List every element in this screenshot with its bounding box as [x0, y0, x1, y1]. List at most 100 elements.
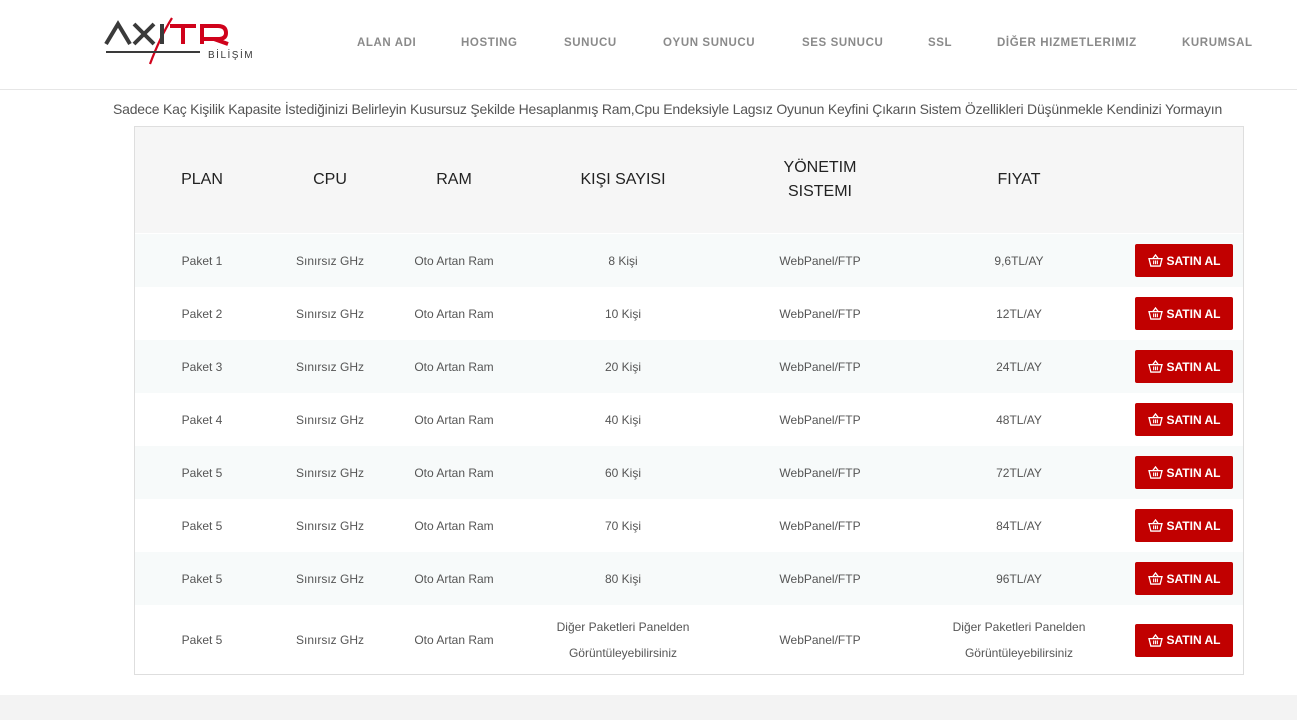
site-header: BİLİŞİM ALAN ADI HOSTING SUNUCU OYUN SUN… [0, 0, 1297, 90]
cell-yonetim: WebPanel/FTP [779, 359, 861, 374]
col-header-plan: PLAN [181, 171, 223, 188]
cell-yonetim: WebPanel/FTP [779, 633, 861, 647]
cell-cpu: Sınırsız GHz [295, 412, 364, 427]
buy-button[interactable]: SATIN AL [1135, 562, 1233, 595]
basket-icon [1147, 413, 1163, 426]
cell-fiyat: 84TL/AY [996, 518, 1042, 533]
cell-fiyat: 12TL/AY [996, 306, 1042, 321]
col-header-yonetim: YÖNETIM SISTEMI [783, 159, 857, 200]
table-row: Paket 5 Sınırsız GHz Oto Artan Ram 60 Ki… [135, 446, 1243, 499]
col-header-kisi: KIŞI SAYISI [580, 171, 666, 188]
buy-button[interactable]: SATIN AL [1135, 623, 1233, 657]
cell-plan: Paket 5 [181, 465, 223, 480]
buy-button[interactable]: SATIN AL [1135, 509, 1233, 542]
cell-plan: Paket 1 [181, 253, 223, 268]
cell-cpu: Sınırsız GHz [295, 465, 364, 480]
cell-fiyat: 48TL/AY [996, 412, 1042, 427]
table-row: Paket 1 Sınırsız GHz Oto Artan Ram 8 Kiş… [135, 234, 1243, 287]
cell-cpu: Sınırsız GHz [295, 306, 364, 321]
cell-fiyat: 9,6TL/AY [994, 253, 1044, 268]
nav-item-diger-hizmetler[interactable]: DİĞER HIZMETLERIMIZ [997, 37, 1137, 49]
cell-ram: Oto Artan Ram [414, 633, 494, 647]
nav-item-oyun-sunucu[interactable]: OYUN SUNUCU [663, 37, 755, 49]
cell-plan: Paket 5 [181, 633, 223, 647]
cell-ram: Oto Artan Ram [414, 359, 494, 374]
cell-fiyat: 72TL/AY [996, 465, 1042, 480]
cell-cpu: Sınırsız GHz [295, 571, 364, 586]
main-nav: ALAN ADI HOSTING SUNUCU OYUN SUNUCU SES … [0, 37, 1297, 53]
buy-button-label: SATIN AL [1166, 306, 1221, 321]
buy-button[interactable]: SATIN AL [1135, 350, 1233, 383]
col-header-cpu: CPU [313, 171, 347, 188]
cell-kisi: 8 Kişi [608, 253, 638, 268]
basket-icon [1147, 519, 1163, 532]
cell-kisi: 20 Kişi [604, 359, 642, 374]
table-row: Paket 2 Sınırsız GHz Oto Artan Ram 10 Ki… [135, 287, 1243, 340]
buy-button[interactable]: SATIN AL [1135, 403, 1233, 436]
cell-yonetim: WebPanel/FTP [779, 412, 861, 427]
cell-yonetim: WebPanel/FTP [779, 571, 861, 586]
cell-kisi: 40 Kişi [604, 412, 642, 427]
cell-yonetim: WebPanel/FTP [779, 465, 861, 480]
cell-yonetim: WebPanel/FTP [779, 306, 861, 321]
nav-item-ssl[interactable]: SSL [928, 37, 952, 49]
cell-ram: Oto Artan Ram [414, 253, 494, 268]
cell-kisi: 80 Kişi [604, 571, 642, 586]
basket-icon [1147, 466, 1163, 479]
buy-button-label: SATIN AL [1166, 465, 1221, 480]
cell-fiyat: 96TL/AY [996, 571, 1042, 586]
cell-kisi: 10 Kişi [604, 306, 642, 321]
buy-button-label: SATIN AL [1166, 253, 1221, 268]
cell-plan: Paket 2 [181, 306, 223, 321]
cell-kisi: 60 Kişi [604, 465, 642, 480]
cell-fiyat: 24TL/AY [996, 359, 1042, 374]
basket-icon [1147, 254, 1163, 267]
cell-kisi: 70 Kişi [604, 518, 642, 533]
cell-plan: Paket 3 [181, 359, 223, 374]
buy-button[interactable]: SATIN AL [1135, 297, 1233, 330]
table-header: PLAN CPU RAM KIŞI SAYISI YÖNETIM SISTEMI… [135, 127, 1243, 233]
cell-plan: Paket 5 [181, 571, 223, 586]
buy-button-label: SATIN AL [1166, 412, 1221, 427]
table-row: Paket 5 Sınırsız GHz Oto Artan Ram 80 Ki… [135, 552, 1243, 605]
nav-item-kurumsal[interactable]: KURUMSAL [1182, 37, 1253, 49]
cell-ram: Oto Artan Ram [414, 306, 494, 321]
basket-icon [1147, 307, 1163, 320]
basket-icon [1147, 572, 1163, 585]
cell-cpu: Sınırsız GHz [295, 518, 364, 533]
buy-button-label: SATIN AL [1166, 633, 1221, 647]
cell-plan: Paket 5 [181, 518, 223, 533]
page-tagline: Sadece Kaç Kişilik Kapasite İstediğinizi… [113, 101, 1223, 117]
cell-cpu: Sınırsız GHz [295, 633, 364, 647]
cell-yonetim: WebPanel/FTP [779, 253, 861, 268]
col-header-ram: RAM [436, 171, 472, 188]
cell-cpu: Sınırsız GHz [295, 359, 364, 374]
basket-icon [1147, 360, 1163, 373]
nav-item-sunucu[interactable]: SUNUCU [564, 37, 617, 49]
col-header-fiyat: FIYAT [997, 171, 1041, 188]
nav-item-alan-adi[interactable]: ALAN ADI [357, 37, 416, 49]
cell-ram: Oto Artan Ram [414, 518, 494, 533]
table-row: Paket 5 Sınırsız GHz Oto Artan Ram Diğer… [135, 605, 1243, 675]
buy-button-label: SATIN AL [1166, 518, 1221, 533]
pricing-table: PLAN CPU RAM KIŞI SAYISI YÖNETIM SISTEMI… [134, 126, 1244, 675]
footer-strip [0, 695, 1297, 720]
cell-yonetim: WebPanel/FTP [779, 518, 861, 533]
buy-button-label: SATIN AL [1166, 571, 1221, 586]
cell-ram: Oto Artan Ram [414, 465, 494, 480]
table-row: Paket 4 Sınırsız GHz Oto Artan Ram 40 Ki… [135, 393, 1243, 446]
buy-button[interactable]: SATIN AL [1135, 244, 1233, 277]
cell-ram: Oto Artan Ram [414, 412, 494, 427]
table-row: Paket 5 Sınırsız GHz Oto Artan Ram 70 Ki… [135, 499, 1243, 552]
nav-item-ses-sunucu[interactable]: SES SUNUCU [802, 37, 883, 49]
table-row: Paket 3 Sınırsız GHz Oto Artan Ram 20 Ki… [135, 340, 1243, 393]
cell-plan: Paket 4 [181, 412, 223, 427]
cell-cpu: Sınırsız GHz [295, 253, 364, 268]
cell-kisi: Diğer Paketleri Panelden Görüntüleyebili… [556, 620, 690, 660]
buy-button-label: SATIN AL [1166, 359, 1221, 374]
cell-ram: Oto Artan Ram [414, 571, 494, 586]
basket-icon [1147, 633, 1163, 647]
buy-button[interactable]: SATIN AL [1135, 456, 1233, 489]
cell-fiyat: Diğer Paketleri Panelden Görüntüleyebili… [952, 620, 1086, 660]
nav-item-hosting[interactable]: HOSTING [461, 37, 518, 49]
